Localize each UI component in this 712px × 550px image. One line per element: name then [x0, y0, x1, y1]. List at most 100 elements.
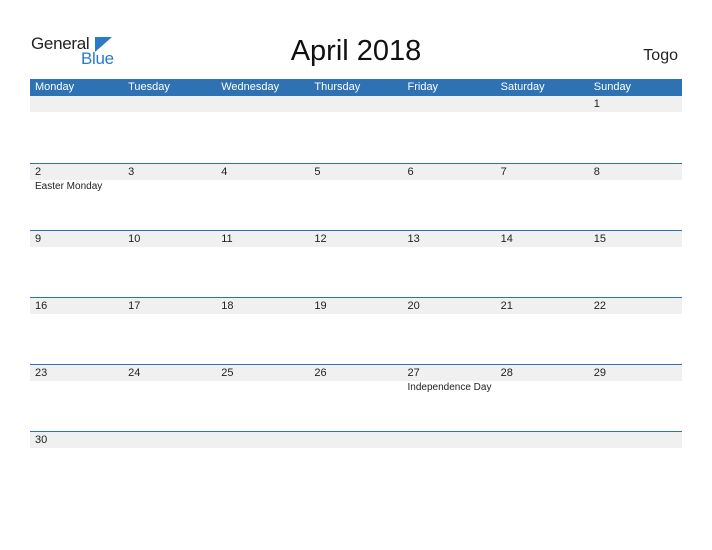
day-cell	[216, 96, 309, 112]
weekday-header: Monday Tuesday Wednesday Thursday Friday…	[30, 79, 682, 96]
day-number	[408, 432, 496, 448]
day-number: 25	[221, 367, 234, 379]
day-number: 6	[407, 166, 414, 178]
day-cell: 26	[309, 365, 402, 393]
day-cell: 20	[403, 298, 496, 314]
week-row: 2 Easter Monday 3 4 5 6 7 8	[30, 163, 682, 230]
day-number: 24	[128, 367, 141, 379]
day-number: 7	[500, 166, 507, 178]
day-number	[35, 96, 123, 112]
day-cell: 17	[123, 298, 216, 314]
day-number: 12	[314, 233, 327, 245]
day-number: 2	[35, 166, 42, 178]
day-number: 8	[593, 166, 600, 178]
day-number	[221, 432, 309, 448]
day-number: 19	[314, 300, 327, 312]
day-cell: 1	[589, 96, 682, 112]
day-number	[594, 432, 682, 448]
day-cell	[123, 432, 216, 448]
holiday-label: Easter Monday	[35, 181, 103, 192]
week-cells: 30	[30, 432, 682, 448]
day-cell: 2 Easter Monday	[30, 164, 123, 192]
day-cell: 11	[216, 231, 309, 247]
day-cell: 29	[589, 365, 682, 393]
day-cell	[123, 96, 216, 112]
day-cell: 5	[309, 164, 402, 192]
day-cell	[309, 96, 402, 112]
day-number: 16	[35, 300, 48, 312]
day-number: 10	[128, 233, 141, 245]
holiday-label: Independence Day	[407, 382, 492, 393]
day-cell: 6	[403, 164, 496, 192]
day-cell: 18	[216, 298, 309, 314]
week-row: 23 24 25 26 27 Independence Day 28 29	[30, 364, 682, 431]
day-cell: 25	[216, 365, 309, 393]
day-number	[128, 432, 216, 448]
weeks-container: 1 2 Easter Monday 3 4 5 6 7 8 9 10 11 12 13 14 15 16 17 18…	[30, 96, 682, 498]
day-cell	[589, 432, 682, 448]
week-cells: 16 17 18 19 20 21 22	[30, 298, 682, 314]
weekday-friday: Friday	[407, 81, 439, 93]
day-number: 20	[407, 300, 420, 312]
day-number	[221, 96, 309, 112]
week-cells: 9 10 11 12 13 14 15	[30, 231, 682, 247]
day-number: 17	[128, 300, 141, 312]
day-cell	[403, 432, 496, 448]
day-number: 27	[407, 367, 420, 379]
day-number: 14	[500, 233, 513, 245]
day-cell: 19	[309, 298, 402, 314]
day-cell: 22	[589, 298, 682, 314]
day-number: 3	[128, 166, 135, 178]
week-cells: 2 Easter Monday 3 4 5 6 7 8	[30, 164, 682, 192]
day-cell: 7	[496, 164, 589, 192]
day-cell	[216, 432, 309, 448]
weekday-wednesday: Wednesday	[221, 81, 280, 93]
day-number: 11	[221, 233, 233, 245]
weekday-thursday: Thursday	[314, 81, 361, 93]
day-number: 18	[221, 300, 234, 312]
day-cell: 3	[123, 164, 216, 192]
day-number: 4	[221, 166, 228, 178]
day-cell: 4	[216, 164, 309, 192]
weekday-saturday: Saturday	[500, 81, 545, 93]
day-cell: 28	[496, 365, 589, 393]
weekday-sunday: Sunday	[593, 81, 632, 93]
day-number	[128, 96, 216, 112]
day-cell	[30, 96, 123, 112]
week-row: 1	[30, 96, 682, 163]
day-cell	[496, 432, 589, 448]
day-cell: 24	[123, 365, 216, 393]
day-number	[314, 96, 402, 112]
day-number: 22	[593, 300, 606, 312]
weekday-tuesday: Tuesday	[128, 81, 170, 93]
week-row: 16 17 18 19 20 21 22	[30, 297, 682, 364]
day-cell: 9	[30, 231, 123, 247]
week-row: 30	[30, 431, 682, 498]
country-label: Togo	[643, 47, 678, 64]
day-number: 1	[593, 98, 600, 110]
day-cell: 12	[309, 231, 402, 247]
day-cell: 21	[496, 298, 589, 314]
day-number: 15	[593, 233, 606, 245]
day-cell: 30	[30, 432, 123, 448]
day-number: 13	[407, 233, 420, 245]
day-number: 26	[314, 367, 327, 379]
day-cell: 23	[30, 365, 123, 393]
day-number	[501, 432, 589, 448]
day-cell	[309, 432, 402, 448]
day-cell: 10	[123, 231, 216, 247]
day-cell	[496, 96, 589, 112]
day-cell: 27 Independence Day	[403, 365, 496, 393]
day-number: 5	[314, 166, 321, 178]
day-cell: 15	[589, 231, 682, 247]
week-cells: 23 24 25 26 27 Independence Day 28 29	[30, 365, 682, 393]
day-number: 21	[500, 300, 513, 312]
day-cell: 13	[403, 231, 496, 247]
day-number: 30	[35, 434, 48, 446]
weekday-monday: Monday	[35, 81, 75, 93]
day-number: 29	[593, 367, 606, 379]
day-cell: 14	[496, 231, 589, 247]
week-row: 9 10 11 12 13 14 15	[30, 230, 682, 297]
week-cells: 1	[30, 96, 682, 112]
day-number	[314, 432, 402, 448]
